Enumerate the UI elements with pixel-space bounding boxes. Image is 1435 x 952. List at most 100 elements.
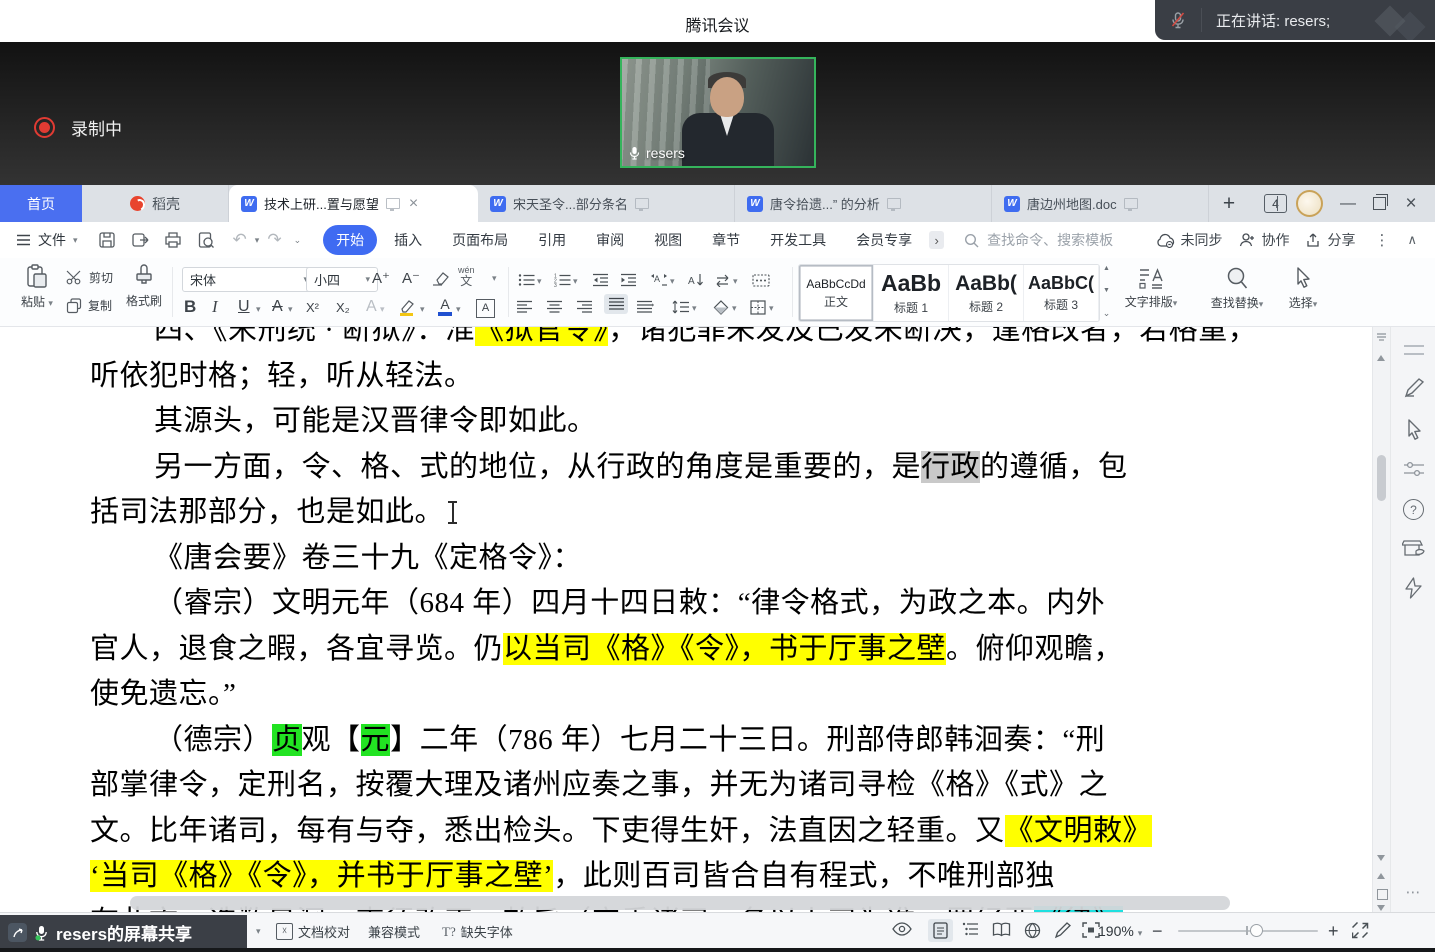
- settings-sliders-icon[interactable]: [1391, 461, 1435, 477]
- new-tab-button[interactable]: +: [1209, 185, 1249, 222]
- doc-line-9[interactable]: 使免遗忘。”: [90, 672, 1365, 718]
- more-options-icon[interactable]: ⋮: [1374, 231, 1390, 249]
- subscript-button[interactable]: X₂: [336, 296, 350, 318]
- scale-dropdown-icon[interactable]: ▾: [670, 276, 675, 287]
- doc-line-1[interactable]: 四、《宋刑统 · 断狱》：准《狱官令》，诸犯罪未发及已发未断决，逢格改者，若格重…: [90, 327, 1365, 354]
- doc-line-8[interactable]: 官人，退食之暇，各宜寻览。仍以当司《格》《令》，书于厅事之壁。俯仰观瞻，: [90, 627, 1365, 673]
- previous-page-icon[interactable]: [1377, 873, 1385, 879]
- cursor-mode-icon[interactable]: [1391, 419, 1435, 441]
- ruler-toggle-icon[interactable]: [1376, 332, 1387, 342]
- direction-dropdown-icon[interactable]: ▾: [733, 276, 738, 287]
- template-store-icon[interactable]: [1391, 537, 1435, 559]
- text-layout-button[interactable]: 文字排版▾: [1118, 267, 1184, 310]
- align-center-icon[interactable]: [546, 296, 563, 318]
- text-effects-button[interactable]: A: [366, 296, 377, 318]
- close-window-button[interactable]: ×: [1401, 193, 1421, 215]
- undo-dropdown-icon[interactable]: ▾: [255, 235, 260, 246]
- web-view-icon[interactable]: [1024, 922, 1041, 939]
- undo-icon[interactable]: ↶: [233, 230, 247, 250]
- strikethrough-button[interactable]: A: [272, 296, 283, 318]
- doc-line-13[interactable]: ‘当司《格》《令》，并书于厅事之壁’，此则百司皆合自有程式，不唯刑部独: [90, 854, 1365, 900]
- doc-line-12[interactable]: 文。比年诸司，每有与夺，悉出检头。下吏得生奸，法直因之轻重。又《文明敕》: [90, 809, 1365, 855]
- doc-preview-icon[interactable]: [887, 198, 901, 209]
- style-scroll-up-icon[interactable]: ▲: [1103, 265, 1110, 272]
- decrease-indent-icon[interactable]: [592, 269, 609, 291]
- character-border-button[interactable]: A: [476, 297, 495, 319]
- scroll-down-arrow-icon[interactable]: [1377, 855, 1385, 861]
- zoom-slider-track[interactable]: [1178, 930, 1318, 932]
- compat-mode-button[interactable]: 兼容模式: [368, 922, 420, 941]
- bullet-dropdown-icon[interactable]: ▾: [537, 276, 542, 287]
- outline-view-icon[interactable]: [962, 922, 979, 936]
- clear-format-icon[interactable]: [432, 267, 449, 289]
- font-name-select[interactable]: 宋体▾: [182, 267, 316, 292]
- line-spacing-icon[interactable]: [672, 296, 690, 318]
- decrease-font-button[interactable]: A⁻: [402, 267, 420, 289]
- tab-docer[interactable]: 稻壳: [82, 185, 229, 222]
- highlight-dropdown-icon[interactable]: ▾: [420, 304, 425, 315]
- panel-drag-handle[interactable]: [1391, 345, 1435, 355]
- bold-button[interactable]: B: [184, 296, 196, 318]
- style-item-正文[interactable]: AaBbCcDd正文: [799, 265, 874, 321]
- vertical-scrollbar[interactable]: [1372, 327, 1391, 912]
- share-button[interactable]: 分享: [1306, 230, 1355, 250]
- style-scroll-down-icon[interactable]: ▼: [1103, 287, 1110, 294]
- browse-object-icon[interactable]: [1377, 889, 1388, 900]
- phonetic-guide-button[interactable]: wén文: [458, 265, 475, 287]
- save-icon[interactable]: [98, 231, 116, 249]
- doc-line-5[interactable]: 括司法那部分，也是如此。: [90, 490, 1365, 536]
- scrollbar-thumb[interactable]: [1377, 455, 1386, 501]
- format-painter-button[interactable]: 格式刷: [118, 264, 170, 309]
- menu-tab-开发工具[interactable]: 开发工具: [757, 225, 839, 255]
- menu-tab-会员专享[interactable]: 会员专享: [843, 225, 925, 255]
- doc-line-10[interactable]: （德宗）贞观【元】二年（786 年）七月二十三日。刑部侍郎韩洄奏：“刑: [90, 718, 1365, 764]
- doc-preview-icon[interactable]: [386, 198, 400, 209]
- phonetic-dropdown-icon[interactable]: ▾: [492, 273, 497, 284]
- text-direction-icon[interactable]: [714, 269, 731, 291]
- zoom-slider-knob[interactable]: [1250, 924, 1263, 937]
- increase-font-button[interactable]: A⁺: [372, 267, 390, 289]
- screen-share-banner[interactable]: resers的屏幕共享: [0, 915, 247, 950]
- doc-tab-2[interactable]: W唐令拾遗...” 的分析: [735, 185, 992, 222]
- style-item-标题 1[interactable]: AaBb标题 1: [874, 265, 949, 321]
- menu-tab-overflow-icon[interactable]: ›: [929, 231, 944, 249]
- shading-dropdown-icon[interactable]: ▾: [732, 303, 737, 314]
- eye-protection-icon[interactable]: [892, 922, 912, 936]
- menu-tab-审阅[interactable]: 审阅: [583, 225, 637, 255]
- zoom-value[interactable]: 190% ▾: [1098, 923, 1142, 939]
- more-commands-icon[interactable]: ⌄: [294, 235, 302, 246]
- read-mode-icon[interactable]: [992, 922, 1011, 937]
- redo-icon[interactable]: ↷: [267, 230, 281, 250]
- font-size-select[interactable]: 小四▾: [306, 267, 378, 292]
- increase-indent-icon[interactable]: [620, 269, 637, 291]
- italic-button[interactable]: I: [212, 296, 218, 318]
- sync-status-button[interactable]: 未同步: [1156, 230, 1222, 250]
- doc-line-2[interactable]: 听依犯时格；轻，听从轻法。: [90, 354, 1365, 400]
- doc-line-3[interactable]: 其源头，可能是汉晋律令即如此。: [90, 399, 1365, 445]
- file-menu-button[interactable]: 文件 ▾: [16, 230, 78, 250]
- superscript-button[interactable]: X²: [306, 296, 319, 318]
- copy-button[interactable]: 复制: [66, 297, 112, 314]
- sort-icon[interactable]: A: [688, 269, 704, 291]
- highlight-color-icon[interactable]: [398, 296, 416, 318]
- menu-tab-引用[interactable]: 引用: [525, 225, 579, 255]
- export-icon[interactable]: [131, 231, 149, 249]
- style-item-标题 3[interactable]: AaBbC(标题 3: [1024, 265, 1099, 321]
- strikethrough-dropdown-icon[interactable]: ▾: [288, 304, 293, 315]
- zoom-out-button[interactable]: −: [1152, 921, 1163, 942]
- menu-tab-开始[interactable]: 开始: [323, 225, 377, 255]
- ink-edit-icon[interactable]: [1054, 922, 1072, 939]
- doc-line-4[interactable]: 另一方面，令、格、式的地位，从行政的角度是重要的，是行政的遵循，包: [90, 445, 1365, 491]
- horizontal-scrollbar[interactable]: [130, 896, 1230, 910]
- font-color-button[interactable]: A: [438, 295, 452, 317]
- paragraph-mark-icon[interactable]: [752, 269, 770, 291]
- borders-icon[interactable]: [750, 296, 766, 318]
- cut-button[interactable]: 剪切: [66, 269, 113, 286]
- doc-line-6[interactable]: 《唐会要》卷三十九《定格令》：: [90, 536, 1365, 582]
- align-right-icon[interactable]: [576, 296, 593, 318]
- page-view-icon[interactable]: [928, 919, 953, 942]
- menu-tab-页面布局[interactable]: 页面布局: [439, 225, 521, 255]
- doc-line-7[interactable]: （睿宗）文明元年（684 年）四月十四日敕：“律令格式，为政之本。内外: [90, 581, 1365, 627]
- doc-preview-icon[interactable]: [1124, 198, 1138, 209]
- paste-button[interactable]: 粘贴 ▾: [12, 264, 62, 310]
